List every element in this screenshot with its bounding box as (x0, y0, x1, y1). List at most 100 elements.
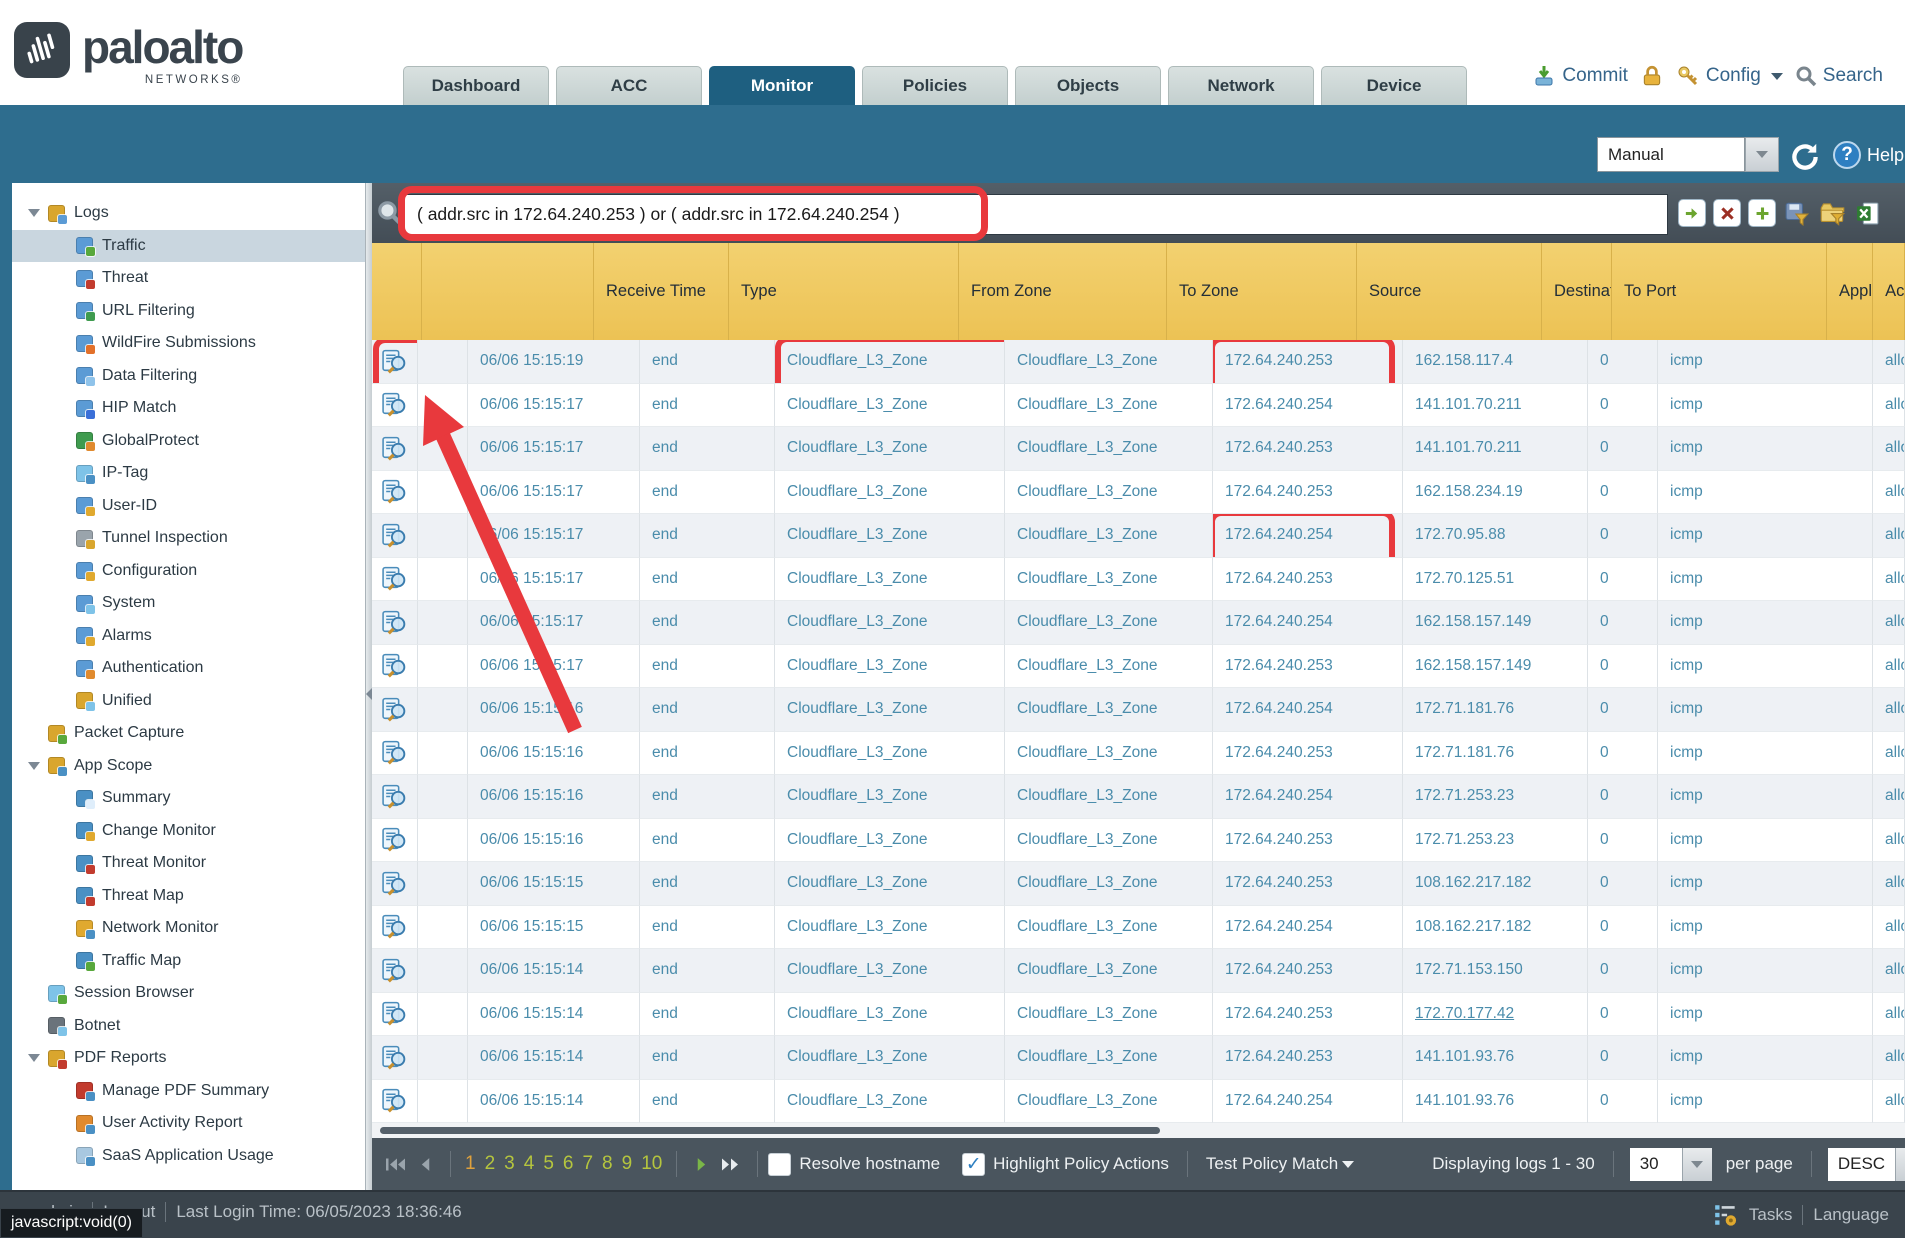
from-zone-cell[interactable]: Cloudflare_L3_Zone (775, 427, 1005, 471)
refresh-mode-dropdown-button[interactable] (1745, 137, 1779, 172)
main-tab[interactable]: Objects (1015, 66, 1161, 105)
to-zone-cell[interactable]: Cloudflare_L3_Zone (1005, 1036, 1213, 1080)
help-button[interactable]: ? Help (1833, 141, 1904, 169)
from-zone-cell[interactable]: Cloudflare_L3_Zone (775, 949, 1005, 993)
to-zone-cell[interactable]: Cloudflare_L3_Zone (1005, 819, 1213, 863)
clear-filter-button[interactable] (1713, 199, 1741, 227)
column-header[interactable]: Receive Time (594, 243, 729, 340)
table-row[interactable]: 06/06 15:15:14 end Cloudflare_L3_Zone Cl… (372, 1036, 1905, 1080)
destination-cell[interactable]: 172.71.253.23 (1403, 819, 1588, 863)
log-detail-button[interactable] (372, 949, 418, 993)
page-number-link[interactable]: 4 (524, 1153, 535, 1175)
application-cell[interactable]: icmp (1658, 471, 1873, 515)
application-cell[interactable]: icmp (1658, 906, 1873, 950)
destination-cell[interactable]: 141.101.93.76 (1403, 1080, 1588, 1124)
sidebar-item[interactable]: Alarms (12, 620, 365, 653)
log-detail-button[interactable] (372, 1080, 418, 1124)
main-tab[interactable]: Monitor (709, 66, 855, 105)
application-cell[interactable]: icmp (1658, 514, 1873, 558)
to-zone-cell[interactable]: Cloudflare_L3_Zone (1005, 601, 1213, 645)
destination-cell[interactable]: 172.71.153.150 (1403, 949, 1588, 993)
sidebar-item[interactable]: HIP Match (12, 392, 365, 425)
log-detail-button[interactable] (372, 732, 418, 776)
source-cell[interactable]: 172.64.240.253 (1213, 1036, 1403, 1080)
destination-cell[interactable]: 141.101.93.76 (1403, 1036, 1588, 1080)
refresh-icon[interactable] (1790, 142, 1820, 172)
sidebar-item[interactable]: Unified (12, 685, 365, 718)
source-cell[interactable]: 172.64.240.254 (1213, 906, 1403, 950)
destination-cell[interactable]: 172.70.125.51 (1403, 558, 1588, 602)
source-cell[interactable]: 172.64.240.253 (1213, 427, 1403, 471)
source-cell[interactable]: 172.64.240.253 (1213, 471, 1403, 515)
column-header[interactable]: To Zone (1167, 243, 1357, 340)
to-zone-cell[interactable]: Cloudflare_L3_Zone (1005, 471, 1213, 515)
to-zone-cell[interactable]: Cloudflare_L3_Zone (1005, 862, 1213, 906)
source-cell[interactable]: 172.64.240.253 (1213, 340, 1403, 384)
sidebar-item[interactable]: Tunnel Inspection (12, 522, 365, 555)
table-row[interactable]: 06/06 15:15:14 end Cloudflare_L3_Zone Cl… (372, 1080, 1905, 1124)
to-zone-cell[interactable]: Cloudflare_L3_Zone (1005, 688, 1213, 732)
source-cell[interactable]: 172.64.240.253 (1213, 993, 1403, 1037)
from-zone-cell[interactable]: Cloudflare_L3_Zone (775, 1080, 1005, 1124)
destination-cell[interactable]: 162.158.157.149 (1403, 601, 1588, 645)
table-row[interactable]: 06/06 15:15:17 end Cloudflare_L3_Zone Cl… (372, 384, 1905, 428)
page-number-link[interactable]: 6 (563, 1153, 574, 1175)
sidebar-item[interactable]: Threat Monitor (12, 847, 365, 880)
table-row[interactable]: 06/06 15:15:17 end Cloudflare_L3_Zone Cl… (372, 514, 1905, 558)
test-policy-match-button[interactable]: Test Policy Match (1206, 1154, 1354, 1174)
destination-cell[interactable]: 162.158.157.149 (1403, 645, 1588, 689)
sort-order-select[interactable]: DESC (1828, 1148, 1905, 1181)
log-detail-button[interactable] (372, 1036, 418, 1080)
destination-cell[interactable]: 108.162.217.182 (1403, 862, 1588, 906)
sidebar-item[interactable]: WildFire Submissions (12, 327, 365, 360)
destination-cell[interactable]: 172.71.181.76 (1403, 732, 1588, 776)
tasks-link[interactable]: Tasks (1749, 1205, 1792, 1225)
column-header[interactable]: Type (729, 243, 959, 340)
language-link[interactable]: Language (1813, 1205, 1889, 1225)
lock-icon[interactable] (1640, 64, 1664, 88)
log-detail-button[interactable] (372, 601, 418, 645)
application-cell[interactable]: icmp (1658, 384, 1873, 428)
to-zone-cell[interactable]: Cloudflare_L3_Zone (1005, 427, 1213, 471)
table-row[interactable]: 06/06 15:15:16 end Cloudflare_L3_Zone Cl… (372, 688, 1905, 732)
sort-order-dropdown-button[interactable] (1895, 1148, 1905, 1181)
sidebar-item[interactable]: User-ID (12, 490, 365, 523)
from-zone-cell[interactable]: Cloudflare_L3_Zone (775, 775, 1005, 819)
per-page-select[interactable]: 30 (1630, 1148, 1712, 1181)
column-header[interactable]: Destination (1542, 243, 1612, 340)
table-row[interactable]: 06/06 15:15:19 end Cloudflare_L3_Zone Cl… (372, 340, 1905, 384)
sidebar-item[interactable]: Summary (12, 782, 365, 815)
sidebar-item[interactable]: Change Monitor (12, 815, 365, 848)
resolve-hostname-checkbox[interactable] (768, 1153, 791, 1176)
sidebar-item[interactable]: Session Browser (12, 977, 365, 1010)
sidebar-item[interactable]: User Activity Report (12, 1107, 365, 1140)
page-number-link[interactable]: 1 (465, 1153, 476, 1175)
page-number-link[interactable]: 2 (485, 1153, 496, 1175)
application-cell[interactable]: icmp (1658, 1036, 1873, 1080)
prev-page-button[interactable] (410, 1156, 440, 1173)
destination-cell[interactable]: 172.71.253.23 (1403, 775, 1588, 819)
table-row[interactable]: 06/06 15:15:16 end Cloudflare_L3_Zone Cl… (372, 819, 1905, 863)
sidebar-item[interactable]: Traffic (12, 230, 365, 263)
table-row[interactable]: 06/06 15:15:17 end Cloudflare_L3_Zone Cl… (372, 471, 1905, 515)
table-row[interactable]: 06/06 15:15:15 end Cloudflare_L3_Zone Cl… (372, 906, 1905, 950)
log-detail-button[interactable] (372, 340, 418, 384)
destination-cell[interactable]: 141.101.70.211 (1403, 427, 1588, 471)
destination-cell[interactable]: 172.71.181.76 (1403, 688, 1588, 732)
destination-cell[interactable]: 108.162.217.182 (1403, 906, 1588, 950)
source-cell[interactable]: 172.64.240.254 (1213, 384, 1403, 428)
log-detail-button[interactable] (372, 775, 418, 819)
log-detail-button[interactable] (372, 906, 418, 950)
from-zone-cell[interactable]: Cloudflare_L3_Zone (775, 993, 1005, 1037)
from-zone-cell[interactable]: Cloudflare_L3_Zone (775, 688, 1005, 732)
main-tab[interactable]: Policies (862, 66, 1008, 105)
sidebar-item[interactable]: Packet Capture (12, 717, 365, 750)
log-filter-input[interactable] (402, 194, 1668, 235)
application-cell[interactable]: icmp (1658, 427, 1873, 471)
table-row[interactable]: 06/06 15:15:16 end Cloudflare_L3_Zone Cl… (372, 775, 1905, 819)
sidebar-item[interactable]: App Scope (12, 750, 365, 783)
application-cell[interactable]: icmp (1658, 645, 1873, 689)
refresh-mode-select[interactable]: Manual (1597, 137, 1779, 172)
to-zone-cell[interactable]: Cloudflare_L3_Zone (1005, 732, 1213, 776)
highlight-policy-actions-checkbox[interactable]: ✓ (962, 1153, 985, 1176)
